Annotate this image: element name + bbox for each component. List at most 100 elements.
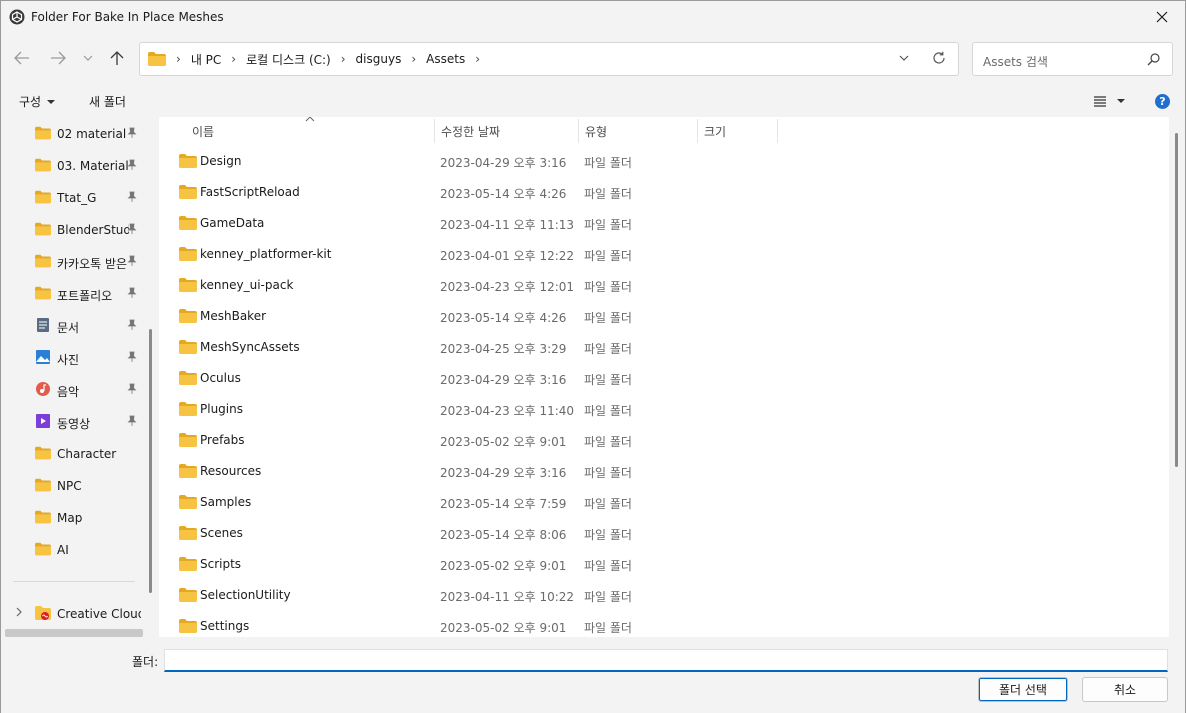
breadcrumb-label: 내 PC [190,52,222,67]
sidebar-item[interactable]: Character [3,439,143,467]
picture-icon [36,350,50,364]
file-name: Scenes [200,526,243,540]
search-placeholder: Assets 검색 [983,55,1048,69]
column-label: 이름 [192,125,215,139]
recent-locations-button[interactable] [75,45,101,71]
sidebar-item[interactable]: 음악 [3,375,143,403]
sidebar-item[interactable]: 문서 [3,311,143,339]
navigation-bar: › 내 PC › 로컬 디스크 (C:) › disguys › Assets … [1,39,1185,79]
file-type: 파일 폴더 [584,404,632,418]
file-row[interactable]: MeshBaker 2023-05-14 오후 4:26 파일 폴더 [159,301,1169,332]
view-options-button[interactable] [1093,95,1127,107]
breadcrumb-this-pc[interactable]: 내 PC [191,51,221,68]
file-name: MeshSyncAssets [200,340,300,354]
file-row[interactable]: kenney_ui-pack 2023-04-23 오후 12:01 파일 폴더 [159,270,1169,301]
refresh-button[interactable] [932,51,946,68]
breadcrumb-separator[interactable]: › [475,52,490,66]
folder-picker-dialog: Folder For Bake In Place Meshes › 내 PC ›… [0,0,1186,713]
file-row[interactable]: SelectionUtility 2023-04-11 오후 10:22 파일 폴더 [159,580,1169,611]
breadcrumb-separator[interactable]: › [176,52,191,66]
file-modified: 2023-05-02 오후 9:01 [440,621,567,635]
folder-icon [179,340,197,354]
file-row[interactable]: GameData 2023-04-11 오후 11:13 파일 폴더 [159,208,1169,239]
folder-icon [179,154,197,168]
file-row[interactable]: Settings 2023-05-02 오후 9:01 파일 폴더 [159,611,1169,637]
folder-icon [35,254,51,268]
sidebar-scrollbar[interactable] [149,329,152,593]
sidebar-horizontal-scrollbar[interactable] [5,629,143,637]
forward-button[interactable] [45,45,71,71]
new-folder-button[interactable]: 새 폴더 [89,93,126,110]
breadcrumb-label: 로컬 디스크 (C:) [246,52,331,67]
folder-name-input[interactable] [164,649,1168,672]
sidebar-item[interactable]: 03. Material [3,151,143,179]
chevron-right-icon[interactable] [15,607,23,617]
pin-icon [127,351,137,362]
column-header-name[interactable]: 이름 [159,117,434,143]
file-row[interactable]: MeshSyncAssets 2023-04-25 오후 3:29 파일 폴더 [159,332,1169,363]
breadcrumb-label: Assets [426,52,466,66]
address-history-button[interactable] [898,52,910,67]
arrow-right-icon [51,51,66,65]
close-button[interactable] [1139,1,1185,33]
file-type: 파일 폴더 [584,156,632,170]
file-row[interactable]: Resources 2023-04-29 오후 3:16 파일 폴더 [159,456,1169,487]
column-header-size[interactable]: 크기 [698,117,777,143]
folder-icon [179,433,197,447]
file-type: 파일 폴더 [584,311,632,325]
file-row[interactable]: kenney_platformer-kit 2023-04-01 오후 12:22… [159,239,1169,270]
sidebar-item[interactable]: NPC [3,471,143,499]
dialog-footer: 폴더: 폴더 선택 취소 [1,637,1185,713]
breadcrumb-separator[interactable]: › [411,52,426,66]
file-row[interactable]: Samples 2023-05-14 오후 7:59 파일 폴더 [159,487,1169,518]
breadcrumb-disguys[interactable]: disguys [356,52,402,66]
file-row[interactable]: Design 2023-04-29 오후 3:16 파일 폴더 [159,146,1169,177]
organize-menu-button[interactable]: 구성 [19,93,57,110]
sidebar-item[interactable]: 카카오톡 받은 [3,247,143,275]
file-list-scrollbar[interactable] [1175,133,1178,467]
breadcrumb-local-disk[interactable]: 로컬 디스크 (C:) [246,51,331,68]
column-header-modified[interactable]: 수정한 날짜 [435,117,578,143]
sidebar-item[interactable]: Map [3,503,143,531]
folder-icon [179,588,197,602]
column-label: 수정한 날짜 [441,125,501,139]
breadcrumb-separator[interactable]: › [231,52,246,66]
arrow-up-icon [110,51,124,65]
navigation-pane: 02 material 03. Material Ttat_G BlenderStud… [3,117,157,637]
file-type: 파일 폴더 [584,187,632,201]
breadcrumb-assets[interactable]: Assets [426,52,465,66]
search-box[interactable]: Assets 검색 [972,42,1173,76]
file-modified: 2023-04-29 오후 3:16 [440,373,567,387]
file-row[interactable]: Scenes 2023-05-14 오후 8:06 파일 폴더 [159,518,1169,549]
column-header-type[interactable]: 유형 [579,117,697,143]
back-button[interactable] [9,45,35,71]
file-row[interactable]: FastScriptReload 2023-05-14 오후 4:26 파일 폴더 [159,177,1169,208]
file-name: GameData [200,216,265,230]
column-divider[interactable] [777,119,778,143]
file-row[interactable]: Prefabs 2023-05-02 오후 9:01 파일 폴더 [159,425,1169,456]
sidebar-item[interactable]: Ttat_G [3,183,143,211]
sidebar-item-creative-cloud[interactable]: Creative Cloud [3,599,143,627]
sidebar-item[interactable]: 02 material [3,119,143,147]
folder-icon [179,309,197,323]
sidebar-item[interactable]: AI [3,535,143,563]
file-row[interactable]: Oculus 2023-04-29 오후 3:16 파일 폴더 [159,363,1169,394]
up-button[interactable] [104,45,130,71]
sidebar-item[interactable]: 포트폴리오 [3,279,143,307]
file-modified: 2023-04-29 오후 3:16 [440,156,567,170]
sidebar-item[interactable]: BlenderStudy [3,215,143,243]
file-row[interactable]: Plugins 2023-04-23 오후 11:40 파일 폴더 [159,394,1169,425]
file-row[interactable]: Scripts 2023-05-02 오후 9:01 파일 폴더 [159,549,1169,580]
pin-icon [127,287,137,298]
file-type: 파일 폴더 [584,280,632,294]
help-icon[interactable]: ? [1155,94,1170,109]
sidebar-item[interactable]: 동영상 [3,407,143,435]
select-folder-button[interactable]: 폴더 선택 [978,677,1068,702]
command-bar: 구성 새 폴더 ? [1,87,1185,117]
cancel-button[interactable]: 취소 [1082,677,1168,702]
sidebar-item[interactable]: 사진 [3,343,143,371]
file-modified: 2023-05-02 오후 9:01 [440,559,567,573]
breadcrumb-separator[interactable]: › [341,52,356,66]
folder-icon [148,52,166,66]
address-bar[interactable]: › 내 PC › 로컬 디스크 (C:) › disguys › Assets … [139,42,959,76]
